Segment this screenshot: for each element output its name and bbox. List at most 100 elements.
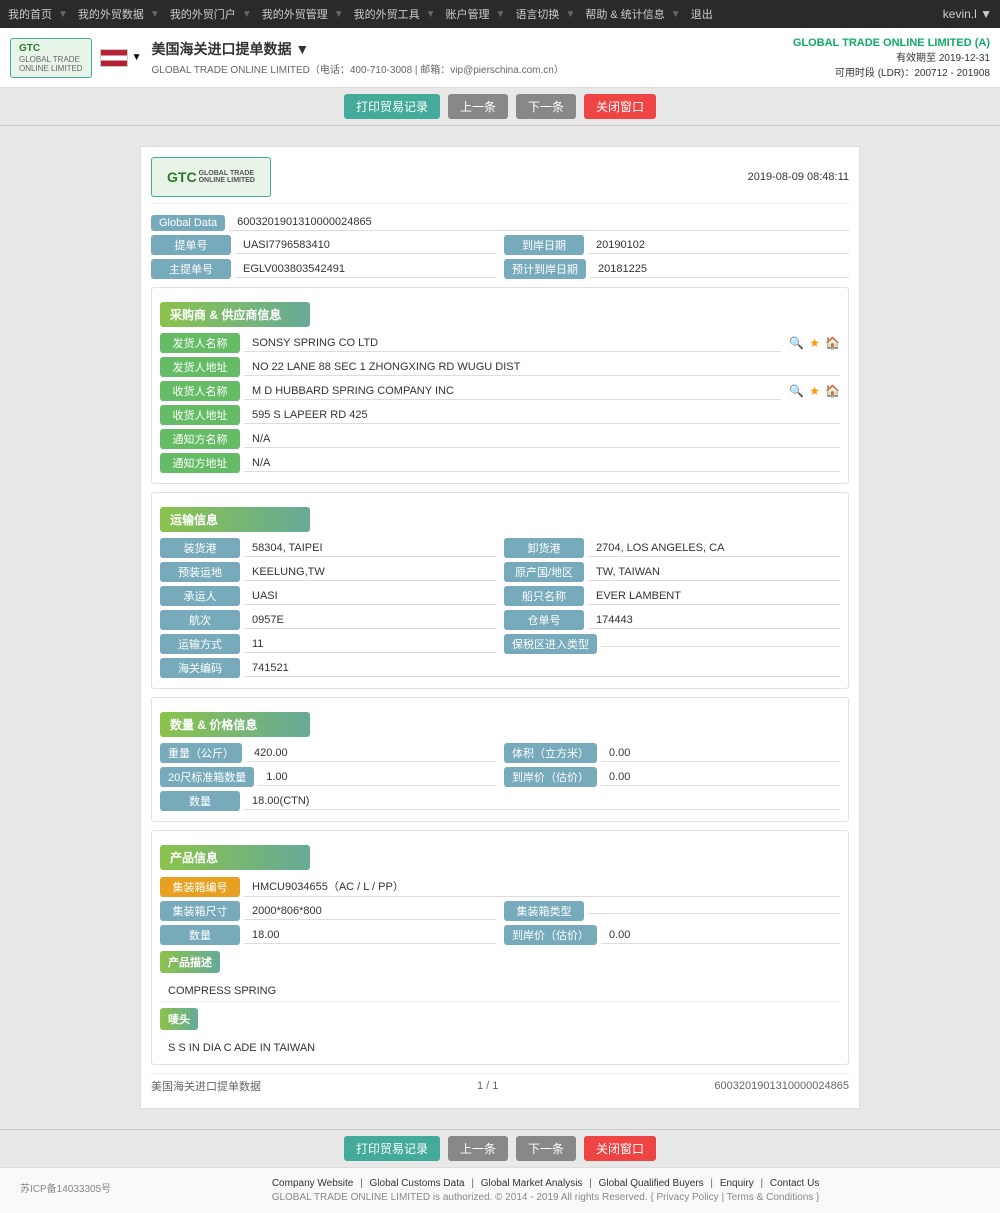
- logo-sub: GLOBAL TRADEONLINE LIMITED: [19, 55, 83, 73]
- print-button-bottom[interactable]: 打印贸易记录: [344, 1136, 440, 1161]
- origin-value: TW, TAIWAN: [588, 564, 840, 581]
- voyage-col: 航次 0957E: [160, 610, 496, 630]
- us-flag: [100, 49, 128, 67]
- container-size-value: 2000*806*800: [244, 903, 496, 920]
- home-icon-2[interactable]: 🏠: [825, 384, 840, 398]
- product-price-col: 到岸价（估价） 0.00: [504, 925, 840, 945]
- star-icon-2[interactable]: ★: [809, 384, 820, 398]
- product-qty-value: 18.00: [244, 927, 496, 944]
- nav-account[interactable]: 账户管理: [446, 6, 490, 22]
- pre-transport-col: 预装运地 KEELUNG,TW: [160, 562, 496, 582]
- bill-no-value: UASI7796583410: [235, 237, 496, 254]
- next-button-top[interactable]: 下一条: [516, 94, 576, 119]
- container-no-row: 集装箱编号 HMCU9034655（AC / L / PP）: [160, 876, 840, 897]
- weight-value: 420.00: [246, 745, 496, 762]
- container20-label: 20尺标准箱数量: [160, 767, 254, 787]
- global-data-row: Global Data 6003201901310000024865: [151, 214, 849, 231]
- carrier-vessel-row: 承运人 UASI 船只名称 EVER LAMBENT: [160, 586, 840, 606]
- departure-port-col: 装货港 58304, TAIPEI: [160, 538, 496, 558]
- bonded-label: 保税区进入类型: [504, 634, 597, 654]
- doc-footer: 美国海关进口提单数据 1 / 1 6003201901310000024865: [151, 1073, 849, 1098]
- est-arrival-value: 20181225: [590, 261, 849, 278]
- doc-logo: GTC GLOBAL TRADEONLINE LIMITED: [151, 157, 271, 197]
- search-icon-2[interactable]: 🔍: [789, 384, 804, 398]
- notify-name-label: 通知方名称: [160, 429, 240, 449]
- origin-label: 原产国/地区: [504, 562, 584, 582]
- prod-desc-value: COMPRESS SPRING: [160, 981, 840, 1002]
- quantity-section-header: 数量 & 价格信息: [160, 712, 310, 737]
- footer-enquiry[interactable]: Enquiry: [720, 1178, 754, 1189]
- star-icon[interactable]: ★: [809, 336, 820, 350]
- qty-value: 18.00(CTN): [244, 793, 840, 810]
- site-main-title[interactable]: 美国海关进口提单数据 ▼: [151, 39, 792, 59]
- product-qty-label: 数量: [160, 925, 240, 945]
- bill-no-col: 提单号 UASI7796583410: [151, 235, 496, 255]
- doc-header: GTC GLOBAL TRADEONLINE LIMITED 2019-08-0…: [151, 157, 849, 204]
- main-document: GTC GLOBAL TRADEONLINE LIMITED 2019-08-0…: [140, 146, 860, 1109]
- icp-text: 苏ICP备14033305号: [20, 1180, 111, 1195]
- product-qty-col: 数量 18.00: [160, 925, 496, 945]
- nav-export-mgmt[interactable]: 我的外贸管理: [262, 6, 328, 22]
- consignee-addr-label: 收货人地址: [160, 405, 240, 425]
- customs-value: 741521: [244, 660, 840, 677]
- prev-button-bottom[interactable]: 上一条: [448, 1136, 508, 1161]
- customs-row: 海关编码 741521: [160, 658, 840, 678]
- notify-addr-label: 通知方地址: [160, 453, 240, 473]
- toolbar-top: 打印贸易记录 上一条 下一条 关闭窗口: [0, 88, 1000, 126]
- product-price-label: 到岸价（估价）: [504, 925, 597, 945]
- bonded-col: 保税区进入类型: [504, 634, 840, 654]
- container-type-col: 集装箱类型: [504, 901, 840, 921]
- prev-button-top[interactable]: 上一条: [448, 94, 508, 119]
- carrier-value: UASI: [244, 588, 496, 605]
- nav-export-portal[interactable]: 我的外贸门户: [170, 6, 236, 22]
- transport-type-value: 11: [244, 636, 496, 653]
- search-icon[interactable]: 🔍: [789, 336, 804, 350]
- vessel-value: EVER LAMBENT: [588, 588, 840, 605]
- transport-section: 运输信息 装货港 58304, TAIPEI 卸货港 2704, LOS ANG…: [151, 492, 849, 689]
- header-right: GLOBAL TRADE ONLINE LIMITED (A) 有效期至 201…: [793, 37, 990, 79]
- flag-dropdown[interactable]: ▼: [132, 52, 142, 63]
- footer-contact[interactable]: Contact Us: [770, 1178, 819, 1189]
- product-section-header: 产品信息: [160, 845, 310, 870]
- global-data-value: 6003201901310000024865: [229, 214, 849, 231]
- voyage-warehouse-row: 航次 0957E 仓单号 174443: [160, 610, 840, 630]
- nav-logout[interactable]: 退出: [691, 6, 713, 22]
- master-bill-value: EGLV003803542491: [235, 261, 496, 278]
- carrier-col: 承运人 UASI: [160, 586, 496, 606]
- unit-price-value: 0.00: [601, 769, 840, 786]
- shipper-name-value: SONSY SPRING CO LTD: [244, 335, 781, 352]
- qty-label: 数量: [160, 791, 240, 811]
- product-section: 产品信息 集装箱编号 HMCU9034655（AC / L / PP） 集装箱尺…: [151, 830, 849, 1065]
- close-button-top[interactable]: 关闭窗口: [584, 94, 656, 119]
- nav-language[interactable]: 语言切换: [515, 6, 559, 22]
- close-button-bottom[interactable]: 关闭窗口: [584, 1136, 656, 1161]
- doc-page-info: 1 / 1: [477, 1080, 498, 1092]
- footer-qualified-buyers[interactable]: Global Qualified Buyers: [599, 1178, 704, 1189]
- footer-customs-data[interactable]: Global Customs Data: [370, 1178, 465, 1189]
- home-icon[interactable]: 🏠: [825, 336, 840, 350]
- shipper-addr-label: 发货人地址: [160, 357, 240, 377]
- prod-desc-header: 产品描述: [160, 951, 220, 973]
- nav-trade-data[interactable]: 我的外贸数据: [78, 6, 144, 22]
- logo-area: GTC GLOBAL TRADEONLINE LIMITED ▼: [10, 38, 141, 78]
- customs-label: 海关编码: [160, 658, 240, 678]
- print-button-top[interactable]: 打印贸易记录: [344, 94, 440, 119]
- vessel-label: 船只名称: [504, 586, 584, 606]
- nav-export-tools[interactable]: 我的外贸工具: [354, 6, 420, 22]
- consignee-name-value: M D HUBBARD SPRING COMPANY INC: [244, 383, 781, 400]
- arrival-port-col: 卸货港 2704, LOS ANGELES, CA: [504, 538, 840, 558]
- footer-company-website[interactable]: Company Website: [272, 1178, 354, 1189]
- arrival-date-label: 到岸日期: [504, 235, 584, 255]
- doc-source-label: 美国海关进口提单数据: [151, 1078, 261, 1094]
- nav-home[interactable]: 我的首页: [8, 6, 52, 22]
- footer-market-analysis[interactable]: Global Market Analysis: [481, 1178, 583, 1189]
- global-data-label: Global Data: [151, 215, 225, 231]
- next-button-bottom[interactable]: 下一条: [516, 1136, 576, 1161]
- prod-desc-header-row: 产品描述: [160, 951, 840, 977]
- warehouse-label: 仓单号: [504, 610, 584, 630]
- nav-help[interactable]: 帮助 & 统计信息: [585, 6, 664, 22]
- user-account[interactable]: kevin.l ▼: [943, 7, 992, 21]
- pre-transport-value: KEELUNG,TW: [244, 564, 496, 581]
- bonded-value: [601, 642, 840, 647]
- container-type-label: 集装箱类型: [504, 901, 584, 921]
